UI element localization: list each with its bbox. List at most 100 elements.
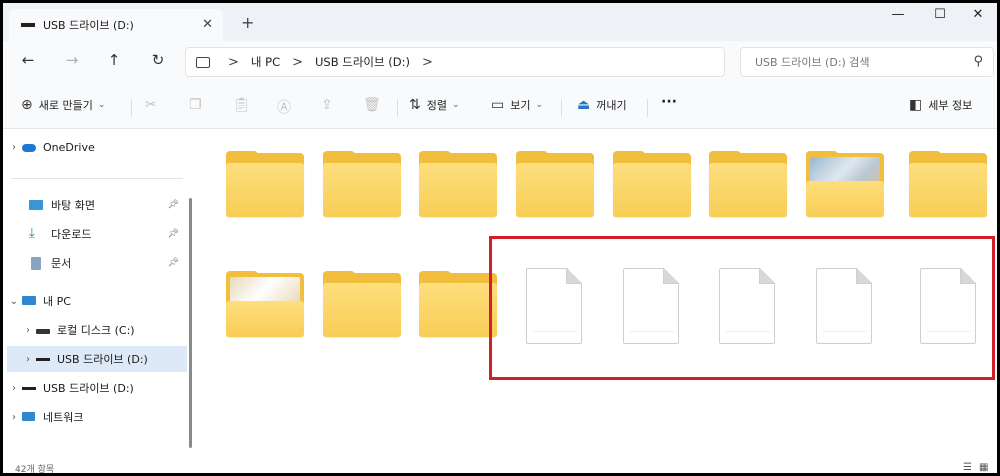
rename-icon[interactable]: Ⓐ <box>277 97 291 117</box>
sidebar-item-label: 바탕 화면 <box>51 199 95 212</box>
monitor-icon <box>196 56 210 68</box>
local-disk-icon <box>35 324 51 336</box>
folder-item[interactable] <box>909 151 989 221</box>
folder-item[interactable] <box>613 151 693 221</box>
tab-title: USB 드라이브 (D:) <box>43 19 134 32</box>
breadcrumb-separator: > <box>228 54 239 70</box>
new-label: 새로 만들기 <box>38 99 93 112</box>
sidebar-item-local-disk[interactable]: › 로컬 디스크 (C:) <box>7 317 187 343</box>
view-button[interactable]: ▭ 보기 ⌄ <box>491 97 543 113</box>
paste-icon[interactable]: 📋︎ <box>233 97 251 113</box>
address-bar[interactable]: > 내 PC > USB 드라이브 (D:) > <box>185 47 725 77</box>
breadcrumb-usb-drive[interactable]: USB 드라이브 (D:) <box>315 54 410 70</box>
eject-button[interactable]: ⏏ 꺼내기 <box>577 97 627 113</box>
more-label: ··· <box>661 94 677 110</box>
tiles-view-icon[interactable]: ▦ <box>979 462 988 473</box>
cut-icon[interactable]: ✂ <box>145 97 157 113</box>
copy-icon[interactable]: ❐ <box>189 97 202 113</box>
highlight-box <box>489 236 995 380</box>
pin-icon[interactable]: 📌︎ <box>168 229 179 239</box>
plus-circle-icon: ⊕ <box>21 97 33 113</box>
search-input[interactable]: USB 드라이브 (D:) 검색 ⚲ <box>740 47 994 77</box>
breadcrumb-separator[interactable]: > <box>422 55 433 70</box>
folder-item[interactable] <box>709 151 789 221</box>
sidebar-item-downloads[interactable]: ⤓ 다운로드 📌︎ <box>7 221 187 247</box>
pin-icon[interactable]: 📌︎ <box>168 258 179 268</box>
sidebar-item-label: USB 드라이브 (D:) <box>57 353 148 366</box>
sidebar-scrollbar[interactable] <box>189 198 192 448</box>
sidebar-item-this-pc[interactable]: ⌄ 내 PC <box>7 288 187 314</box>
view-label: 보기 <box>510 99 531 112</box>
chevron-right-icon: › <box>12 382 16 394</box>
details-pane-button[interactable]: ◧ 세부 정보 <box>909 97 972 113</box>
chevron-down-icon: ⌄ <box>9 295 19 307</box>
pin-icon[interactable]: 📌︎ <box>168 200 179 210</box>
sidebar-item-onedrive[interactable]: › OneDrive <box>7 134 187 160</box>
up-button[interactable]: ↑ <box>103 51 125 69</box>
folder-item-with-preview[interactable] <box>226 271 306 341</box>
eject-label: 꺼내기 <box>596 99 627 112</box>
details-view-icon[interactable]: ☰ <box>963 462 972 473</box>
navigation-pane: › OneDrive 바탕 화면 📌︎ ⤓ 다운로드 📌︎ 문서 📌︎ ⌄ 내 … <box>3 130 193 460</box>
sidebar-item-usb-drive-selected[interactable]: › USB 드라이브 (D:) <box>7 346 187 372</box>
status-bar: 42개 항목 ☰ ▦ <box>3 460 997 475</box>
usb-drive-icon <box>21 23 35 27</box>
sidebar-item-usb-drive[interactable]: › USB 드라이브 (D:) <box>7 375 187 401</box>
folder-item[interactable] <box>226 151 306 221</box>
usb-drive-icon <box>21 382 37 394</box>
minimize-button[interactable]: — <box>883 7 913 27</box>
chevron-down-icon: ⌄ <box>97 100 106 110</box>
sidebar-item-label: 문서 <box>51 257 72 270</box>
document-icon <box>29 257 45 270</box>
sidebar-item-label: OneDrive <box>43 140 95 154</box>
search-placeholder: USB 드라이브 (D:) 검색 <box>755 56 870 69</box>
item-count: 42개 항목 <box>15 465 55 475</box>
usb-drive-icon <box>35 353 51 365</box>
sidebar-item-network[interactable]: › 네트워크 <box>7 404 187 430</box>
file-explorer-window: USB 드라이브 (D:) ✕ + — ☐ ✕ ← → ↑ ↻ > 내 PC >… <box>0 0 1000 476</box>
forward-button[interactable]: → <box>61 51 83 69</box>
refresh-button[interactable]: ↻ <box>147 51 169 69</box>
folder-item[interactable] <box>516 151 596 221</box>
desktop-icon <box>29 199 45 211</box>
more-options-button[interactable]: ··· <box>661 94 677 110</box>
sidebar-item-desktop[interactable]: 바탕 화면 📌︎ <box>7 192 187 218</box>
new-tab-button[interactable]: + <box>241 13 254 32</box>
tab-close-button[interactable]: ✕ <box>202 17 213 32</box>
folder-item[interactable] <box>323 271 403 341</box>
delete-icon[interactable]: 🗑︎ <box>363 97 381 113</box>
network-icon <box>21 411 37 423</box>
share-icon[interactable]: ⇪ <box>321 97 333 113</box>
chevron-down-icon: ⌄ <box>535 100 544 110</box>
breadcrumb-this-pc[interactable]: 내 PC <box>251 54 280 70</box>
chevron-right-icon: › <box>26 353 30 365</box>
new-button[interactable]: ⊕ 새로 만들기 ⌄ <box>21 97 105 113</box>
search-icon: ⚲ <box>973 54 983 69</box>
folder-item[interactable] <box>323 151 403 221</box>
folder-item[interactable] <box>419 271 499 341</box>
toolbar-divider <box>647 99 648 117</box>
details-label: 세부 정보 <box>928 99 973 112</box>
maximize-button[interactable]: ☐ <box>925 7 955 27</box>
address-row: ← → ↑ ↻ > 내 PC > USB 드라이브 (D:) > USB 드라이… <box>3 41 997 85</box>
sort-icon: ⇅ <box>409 97 421 113</box>
view-icon: ▭ <box>491 97 505 113</box>
tab-usb-drive[interactable]: USB 드라이브 (D:) ✕ <box>9 9 223 41</box>
toolbar-divider <box>561 99 562 117</box>
chevron-right-icon: › <box>12 141 16 153</box>
cloud-icon <box>21 141 37 153</box>
breadcrumb-separator: > <box>292 54 304 70</box>
toolbar-divider <box>397 99 398 117</box>
close-window-button[interactable]: ✕ <box>963 7 993 27</box>
folder-item-with-preview[interactable] <box>806 151 886 221</box>
sidebar-item-label: 내 PC <box>43 295 71 308</box>
details-pane-icon: ◧ <box>909 97 923 113</box>
sidebar-item-label: 로컬 디스크 (C:) <box>57 324 135 337</box>
sort-button[interactable]: ⇅ 정렬 ⌄ <box>409 97 460 113</box>
back-button[interactable]: ← <box>17 51 39 69</box>
sidebar-item-label: 네트워크 <box>43 411 84 424</box>
sort-label: 정렬 <box>426 99 447 112</box>
chevron-right-icon: › <box>12 411 16 423</box>
sidebar-item-documents[interactable]: 문서 📌︎ <box>7 250 187 276</box>
folder-item[interactable] <box>419 151 499 221</box>
